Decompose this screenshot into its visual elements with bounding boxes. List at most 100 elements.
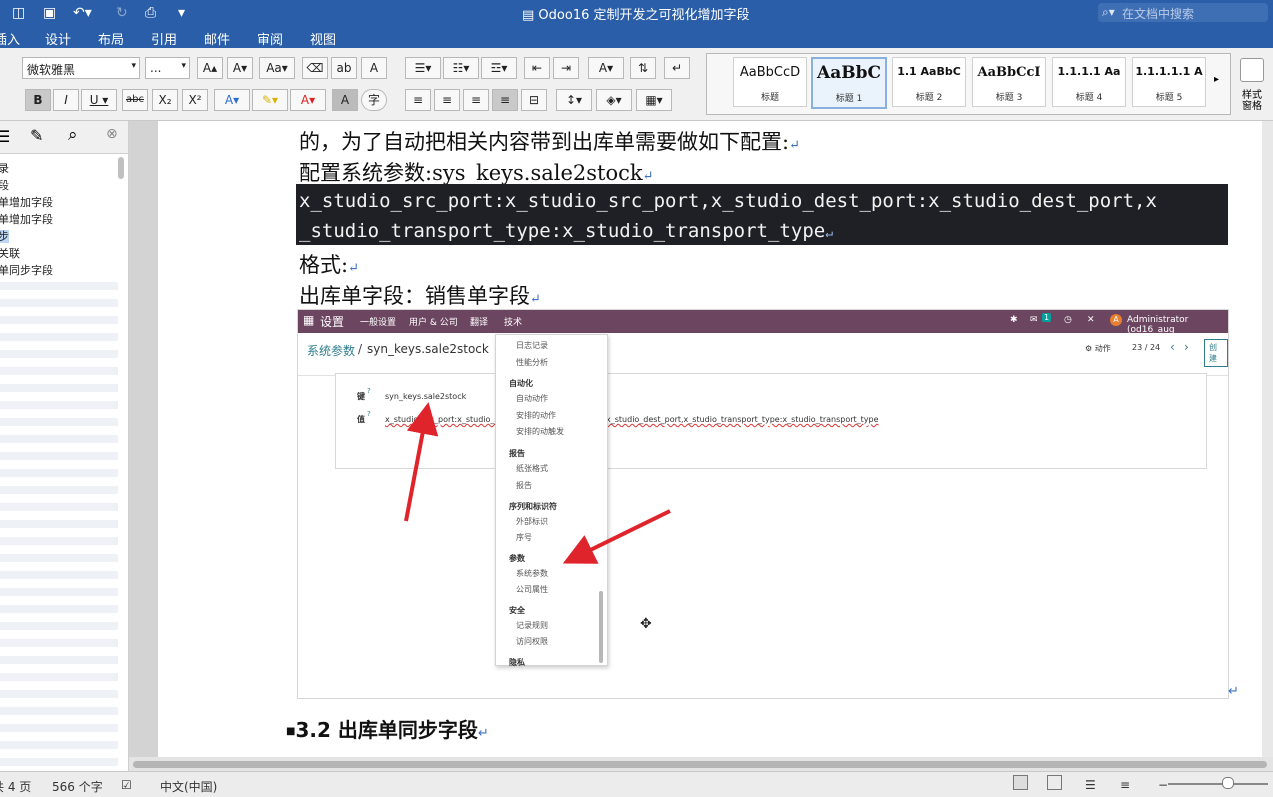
align-center-button[interactable]: ≡ xyxy=(434,89,460,111)
line-spacing-button[interactable]: ↕▾ xyxy=(556,89,592,111)
search-icon[interactable]: ⌕ xyxy=(68,125,78,145)
tab-mailings[interactable]: 邮件 xyxy=(204,29,230,48)
nav-row-stripe xyxy=(0,282,118,290)
doc-paragraph-3[interactable]: 格式:↵ xyxy=(299,249,359,279)
char-border-icon[interactable]: A xyxy=(361,57,387,79)
tab-insert[interactable]: 插入 xyxy=(0,29,20,48)
horizontal-scroll-thumb[interactable] xyxy=(133,761,1267,768)
nav-heading-item[interactable]: 单增加字段 xyxy=(0,194,53,210)
strikethrough-button[interactable]: abc xyxy=(122,89,148,111)
zoom-out-icon[interactable]: − xyxy=(1158,778,1168,792)
nav-heading-item[interactable]: 单增加字段 xyxy=(0,211,53,227)
zoom-slider-thumb[interactable] xyxy=(1222,777,1234,789)
code-block[interactable]: x_studio_src_port:x_studio_src_port,x_st… xyxy=(296,184,1228,245)
nav-heading-item[interactable]: 录 xyxy=(0,160,9,176)
distributed-button[interactable]: ⊟ xyxy=(521,89,547,111)
ribbon: 微软雅黑 ▾ ... ▾ A▴ A▾ Aa▾ ⌫ ab A B I U ▾ ab… xyxy=(0,48,1273,121)
styles-pane-button[interactable]: 样式 窗格 xyxy=(1234,54,1270,116)
style-heading-2[interactable]: 1.1 AaBbC 标题 2 xyxy=(892,57,966,107)
image-paragraph-mark: ↵ xyxy=(1228,684,1239,699)
tab-review[interactable]: 审阅 xyxy=(257,29,283,48)
zoom-slider[interactable] xyxy=(1168,783,1268,785)
text-effects-button[interactable]: A▾ xyxy=(214,89,250,111)
bullets-button[interactable]: ☰▾ xyxy=(405,57,441,79)
nav-heading-item[interactable]: 段 xyxy=(0,177,9,193)
web-layout-icon[interactable] xyxy=(1047,775,1062,790)
superscript-button[interactable]: X² xyxy=(182,89,208,111)
embedded-screenshot[interactable]: ▦ 设置 一般设置 用户 & 公司 翻译 技术 ✱ ✉ 1 ◷ ✕ A Admi… xyxy=(297,309,1229,699)
language[interactable]: 中文(中国) xyxy=(160,778,217,795)
underline-button[interactable]: U ▾ xyxy=(81,89,117,111)
char-shading-icon[interactable]: A xyxy=(332,89,358,111)
customize-toolbar-icon[interactable]: ▾ xyxy=(178,5,185,21)
sidebar-toggle-icon[interactable]: ◫ xyxy=(12,5,25,21)
nav-row-stripe xyxy=(0,486,118,494)
print-icon[interactable]: ⎙ xyxy=(145,5,156,21)
font-size-select[interactable]: ... ▾ xyxy=(145,57,190,79)
decrease-indent-button[interactable]: ⇤ xyxy=(524,57,550,79)
asian-layout-button[interactable]: A▾ xyxy=(588,57,624,79)
style-heading-3[interactable]: AaBbCcI 标题 3 xyxy=(972,57,1046,107)
phonetic-guide-icon[interactable]: ab xyxy=(331,57,357,79)
heading-3-2[interactable]: ■3.2 出库单同步字段↵ xyxy=(286,714,489,743)
nav-heading-item[interactable]: 关联 xyxy=(0,245,20,261)
window-title: ▤ Odoo16 定制开发之可视化增加字段 xyxy=(522,8,750,23)
highlight-color-button[interactable]: ✎▾ xyxy=(252,89,288,111)
change-case-button[interactable]: Aa▾ xyxy=(259,57,295,79)
nav-heading-item[interactable]: 单同步字段 xyxy=(0,262,53,278)
undo-icon[interactable]: ↶▾ xyxy=(73,5,92,21)
style-heading-4[interactable]: 1.1.1.1 Aa 标题 4 xyxy=(1052,57,1126,107)
print-layout-icon[interactable] xyxy=(1013,775,1028,790)
nav-heading-item[interactable]: 步 xyxy=(0,228,9,244)
increase-indent-button[interactable]: ⇥ xyxy=(553,57,579,79)
numbering-button[interactable]: ☷▾ xyxy=(443,57,479,79)
align-left-button[interactable]: ≡ xyxy=(405,89,431,111)
justify-button[interactable]: ≡ xyxy=(492,89,518,111)
pages-tab-icon[interactable]: ✎ xyxy=(30,126,43,145)
redo-icon[interactable]: ↻ xyxy=(116,5,128,21)
italic-button[interactable]: I xyxy=(53,89,79,111)
tab-layout[interactable]: 布局 xyxy=(98,29,124,48)
proofing-icon[interactable]: ☑ xyxy=(121,778,132,792)
page-count[interactable]: 共 4 页 xyxy=(0,778,31,795)
tab-design[interactable]: 设计 xyxy=(45,29,71,48)
sort-button[interactable]: ⇅ xyxy=(630,57,656,79)
nav-row-stripe xyxy=(0,401,118,409)
style-heading-1[interactable]: AaBbC 标题 1 xyxy=(811,57,887,109)
shrink-font-button[interactable]: A▾ xyxy=(227,57,253,79)
vertical-scrollbar[interactable] xyxy=(1262,121,1273,757)
headings-tab-icon[interactable]: ☰ xyxy=(0,127,10,146)
tab-references[interactable]: 引用 xyxy=(151,29,177,48)
document-search-input[interactable]: ⌕▾ 在文档中搜索 xyxy=(1098,3,1268,22)
gallery-more-icon[interactable]: ▸ xyxy=(1214,74,1219,85)
style-title[interactable]: AaBbCcD 标题 xyxy=(733,57,807,107)
doc-paragraph-1[interactable]: 的，为了自动把相关内容带到出库单需要做如下配置:↵ xyxy=(299,126,800,156)
multilevel-list-button[interactable]: ☲▾ xyxy=(481,57,517,79)
doc-paragraph-2[interactable]: 配置系统参数:sys_keys.sale2stock↵ xyxy=(299,157,654,187)
word-count[interactable]: 566 个字 xyxy=(52,778,103,795)
nav-row-stripe xyxy=(0,452,118,460)
subscript-button[interactable]: X₂ xyxy=(152,89,178,111)
grow-font-button[interactable]: A▴ xyxy=(197,57,223,79)
nav-row-stripe xyxy=(0,367,118,375)
font-color-button[interactable]: A▾ xyxy=(290,89,326,111)
draft-view-icon[interactable]: ≡ xyxy=(1120,778,1130,792)
nav-row-stripe xyxy=(0,435,118,443)
outline-view-icon[interactable]: ☰ xyxy=(1085,778,1096,792)
close-icon[interactable]: ⊗ xyxy=(106,126,118,142)
align-right-button[interactable]: ≡ xyxy=(463,89,489,111)
tab-view[interactable]: 视图 xyxy=(310,29,336,48)
nav-scrollbar[interactable] xyxy=(118,157,124,179)
annotation-arrows xyxy=(404,402,671,564)
bold-button[interactable]: B xyxy=(25,89,51,111)
shading-button[interactable]: ◈▾ xyxy=(596,89,632,111)
clear-format-icon[interactable]: ⌫ xyxy=(302,57,328,79)
doc-paragraph-4[interactable]: 出库单字段：销售单字段↵ xyxy=(299,280,541,310)
borders-button[interactable]: ▦▾ xyxy=(636,89,672,111)
enclose-char-icon[interactable]: 字 xyxy=(361,89,387,111)
show-formatting-button[interactable]: ↵ xyxy=(664,57,690,79)
style-heading-5[interactable]: 1.1.1.1.1 A 标题 5 xyxy=(1132,57,1206,107)
save-icon[interactable]: ▣ xyxy=(43,5,56,21)
font-name-select[interactable]: 微软雅黑 ▾ xyxy=(22,57,140,79)
red-arrow-to-system-parameters xyxy=(562,509,671,564)
